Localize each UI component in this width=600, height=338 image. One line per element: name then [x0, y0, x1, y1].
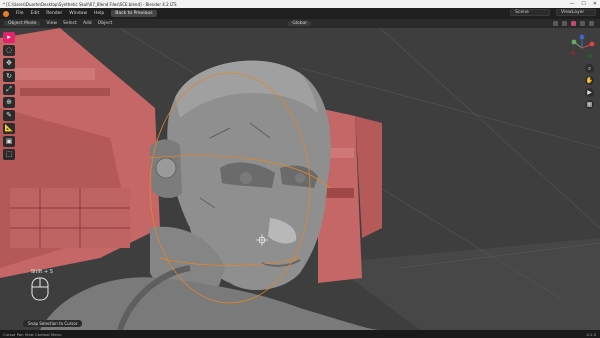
move-icon[interactable]: ✥: [3, 58, 15, 69]
add-cube-icon[interactable]: ▣: [3, 136, 15, 147]
menu-edit[interactable]: Edit: [31, 11, 40, 16]
back-to-previous-button[interactable]: Back to Previous: [111, 10, 157, 17]
window-titlebar: * [C:\Users\Duarte\Desktop\Synthetic Sku…: [0, 0, 600, 8]
close-button[interactable]: ✕: [593, 1, 597, 7]
blender-logo-icon[interactable]: [3, 10, 9, 17]
add-object-icon[interactable]: ⬚: [3, 149, 15, 160]
rotate-icon[interactable]: ↻: [3, 71, 15, 82]
zoom-icon[interactable]: ⌕: [585, 64, 594, 73]
menu-help[interactable]: Help: [94, 11, 104, 16]
viewport-nav-buttons: ⌕ ✋ ▶ ▦: [585, 64, 594, 109]
status-bar: Cursor Pan View Context Menu 4.2.0: [0, 330, 600, 338]
menu-window[interactable]: Window: [69, 11, 87, 16]
overlay-icon[interactable]: [553, 21, 558, 26]
xray-icon[interactable]: [562, 21, 567, 26]
measure-icon[interactable]: 📐: [3, 123, 15, 134]
scale-icon[interactable]: ⤢: [3, 84, 15, 95]
minimize-button[interactable]: —: [569, 1, 574, 7]
shortcut-hint: Shift + S: [31, 269, 53, 275]
header-menu-view[interactable]: View: [46, 21, 57, 26]
viewport-header: Object Mode View Select Add Object Globa…: [0, 19, 600, 28]
select-box-icon[interactable]: ◌: [3, 45, 15, 56]
header-menu-select[interactable]: Select: [63, 21, 77, 26]
annotate-icon[interactable]: ✎: [3, 110, 15, 121]
transform-orientation-dropdown[interactable]: Global: [288, 21, 311, 26]
object-mode-dropdown[interactable]: Object Mode: [4, 21, 41, 26]
grid-icon[interactable]: ▦: [585, 100, 594, 109]
material-shading-icon[interactable]: [580, 21, 585, 26]
maximize-button[interactable]: ☐: [581, 1, 585, 7]
menu-file[interactable]: File: [16, 11, 24, 16]
cursor-tool-icon[interactable]: ▸: [3, 32, 15, 43]
last-operator-panel[interactable]: Snap Selection to Cursor: [23, 320, 83, 327]
solid-shading-icon[interactable]: [571, 21, 576, 26]
view-layer-selector[interactable]: ViewLayer: [556, 9, 596, 16]
camera-icon[interactable]: ▶: [585, 88, 594, 97]
top-menubar: File Edit Render Window Help Back to Pre…: [0, 8, 600, 19]
3d-viewport[interactable]: ▸ ◌ ✥ ↻ ⤢ ⊕ ✎ 📐 ▣ ⬚ ⌕ ✋ ▶ ▦ Shift + S Sn…: [0, 28, 600, 330]
tool-shelf: ▸ ◌ ✥ ↻ ⤢ ⊕ ✎ 📐 ▣ ⬚: [3, 32, 17, 160]
transform-icon[interactable]: ⊕: [3, 97, 15, 108]
mouse-icon: [31, 277, 49, 301]
rendered-shading-icon[interactable]: [589, 21, 594, 26]
status-hints: Cursor Pan View Context Menu: [3, 331, 62, 337]
window-title: * [C:\Users\Duarte\Desktop\Synthetic Sku…: [3, 1, 177, 7]
header-menu-object[interactable]: Object: [98, 21, 113, 26]
viewport-scene: [0, 28, 600, 330]
pan-hand-icon[interactable]: ✋: [585, 76, 594, 85]
blender-version: 4.2.0: [586, 331, 596, 337]
navigation-gizmo[interactable]: [568, 34, 596, 62]
menu-render[interactable]: Render: [46, 11, 62, 16]
scene-selector[interactable]: Scene: [510, 9, 550, 16]
header-menu-add[interactable]: Add: [83, 21, 92, 26]
